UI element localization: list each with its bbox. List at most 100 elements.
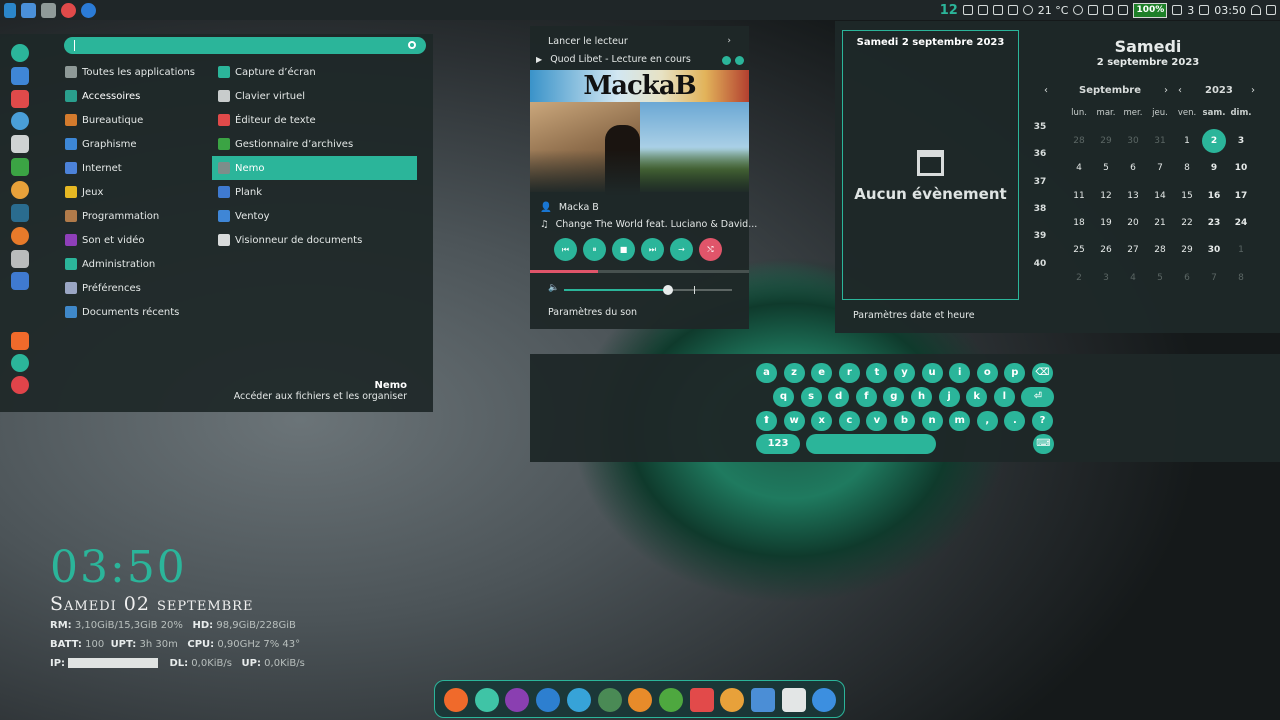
pause-button[interactable]: ⏸ [583, 238, 606, 261]
calendar-day[interactable]: 7 [1202, 266, 1226, 290]
category-item[interactable]: Internet [58, 156, 208, 180]
key[interactable]: ⏎ [1021, 387, 1055, 407]
volume-handle[interactable] [663, 285, 674, 295]
calendar-day[interactable]: 3 [1229, 129, 1253, 153]
maps-icon[interactable] [658, 688, 683, 712]
calendar-day[interactable]: 24 [1229, 211, 1253, 235]
calendar-day[interactable]: 12 [1094, 184, 1118, 208]
calendar-day[interactable]: 4 [1121, 266, 1145, 290]
key[interactable]: ? [1032, 411, 1053, 431]
calendar-day[interactable]: 10 [1229, 156, 1253, 180]
tasks-icon[interactable] [11, 90, 29, 108]
calendar-day[interactable]: 3 [1094, 266, 1118, 290]
drive-icon[interactable] [11, 250, 29, 268]
next-month-icon[interactable]: › [1164, 85, 1168, 96]
key[interactable]: w [783, 411, 805, 431]
app-item[interactable]: Visionneur de documents [212, 228, 417, 252]
app-menu-icon[interactable] [4, 2, 16, 18]
calendar-day[interactable]: 1 [1175, 129, 1199, 153]
category-item[interactable]: Toutes les applications [58, 60, 208, 84]
clipboard-icon[interactable] [1118, 5, 1129, 15]
terminal-icon[interactable] [11, 204, 29, 222]
calendar-day[interactable]: 7 [1148, 156, 1172, 180]
numbers-key[interactable]: 123 [756, 434, 800, 454]
app-item[interactable]: Ventoy [212, 204, 417, 228]
key[interactable]: v [866, 411, 888, 431]
list-icon[interactable] [11, 67, 29, 85]
calendar-day[interactable]: 27 [1121, 238, 1145, 262]
panel-clock[interactable]: 03:50 [1214, 4, 1246, 17]
category-item[interactable]: Administration [58, 252, 208, 276]
calendar-day[interactable]: 21 [1148, 211, 1172, 235]
search-icon[interactable] [408, 41, 416, 49]
hide-keyboard-key[interactable]: ⌨ [1033, 434, 1054, 454]
volume-icon[interactable] [1266, 5, 1276, 15]
previous-button[interactable]: ⏮ [554, 238, 577, 261]
calendar-day[interactable]: 4 [1067, 156, 1091, 180]
calendar-day[interactable]: 22 [1175, 211, 1199, 235]
bluetooth-icon[interactable] [1007, 5, 1018, 15]
calendar-day[interactable]: 30 [1202, 238, 1226, 262]
calendar-day[interactable]: 9 [1202, 156, 1226, 180]
calendar-day[interactable]: 16 [1202, 184, 1226, 208]
calendar-day[interactable]: 31 [1148, 129, 1172, 153]
wifi-icon[interactable] [1251, 5, 1261, 15]
calendar-icon[interactable] [689, 688, 714, 712]
calendar-day[interactable]: 29 [1175, 238, 1199, 262]
calendar-day[interactable]: 2 [1202, 129, 1226, 153]
calendar-day[interactable]: 18 [1067, 211, 1091, 235]
calendar-day[interactable]: 1 [1229, 238, 1253, 262]
key[interactable]: l [993, 387, 1015, 407]
key[interactable]: g [883, 387, 905, 407]
disk-icon[interactable] [1088, 5, 1099, 15]
calendar-day[interactable]: 6 [1121, 156, 1145, 180]
browser-icon[interactable] [81, 2, 96, 18]
key[interactable]: h [911, 387, 932, 407]
next-year-icon[interactable]: › [1251, 85, 1255, 96]
screenshot-icon[interactable] [11, 135, 29, 153]
key[interactable]: z [783, 363, 805, 383]
category-item[interactable]: Graphisme [58, 132, 208, 156]
weather-icon[interactable] [1022, 5, 1033, 15]
next-button[interactable]: ⏭ [641, 238, 664, 261]
category-item[interactable]: Documents récents [58, 300, 208, 324]
usb-icon[interactable] [11, 272, 29, 290]
music-note-icon[interactable] [1103, 5, 1114, 15]
category-item[interactable]: Programmation [58, 204, 208, 228]
key[interactable]: e [811, 363, 833, 383]
monitor-icon[interactable] [751, 688, 775, 712]
browser-icon[interactable] [566, 688, 591, 712]
category-item[interactable]: Bureautique [58, 108, 208, 132]
archive-icon[interactable] [11, 158, 29, 176]
clock-icon[interactable] [1073, 5, 1084, 15]
date-settings-link[interactable]: Paramètres date et heure [853, 310, 975, 321]
calendar-day[interactable]: 20 [1121, 211, 1145, 235]
calendar-day[interactable]: 11 [1067, 184, 1091, 208]
brave-icon[interactable] [444, 688, 468, 712]
lock-icon[interactable] [11, 332, 29, 350]
key[interactable]: f [855, 387, 877, 407]
search-input[interactable] [64, 37, 426, 54]
notification-icon[interactable] [1172, 5, 1183, 15]
calendar-day[interactable]: 17 [1229, 184, 1253, 208]
firefox-icon[interactable] [11, 227, 29, 245]
prev-month-icon[interactable]: ‹ [1044, 85, 1048, 96]
text-editor-icon[interactable] [781, 688, 806, 712]
close-player-icon[interactable] [735, 56, 744, 65]
key[interactable]: m [949, 411, 971, 431]
key[interactable]: k [966, 387, 988, 407]
key[interactable]: n [921, 411, 943, 431]
calendar-day[interactable]: 25 [1067, 238, 1091, 262]
app-item[interactable]: Gestionnaire d’archives [212, 132, 417, 156]
logout-icon[interactable] [11, 354, 29, 372]
keyboard-indicator-icon[interactable] [992, 5, 1003, 15]
calendar-day[interactable]: 28 [1148, 238, 1172, 262]
qbittorrent-icon[interactable] [536, 688, 561, 712]
calendar-day[interactable]: 8 [1229, 266, 1253, 290]
key[interactable]: c [838, 411, 860, 431]
workspace-indicator[interactable]: 12 [940, 3, 958, 18]
key[interactable]: r [838, 363, 860, 383]
calendar-day[interactable]: 13 [1121, 184, 1145, 208]
key[interactable]: u [921, 363, 943, 383]
battery-indicator[interactable]: 100% [1133, 2, 1168, 18]
